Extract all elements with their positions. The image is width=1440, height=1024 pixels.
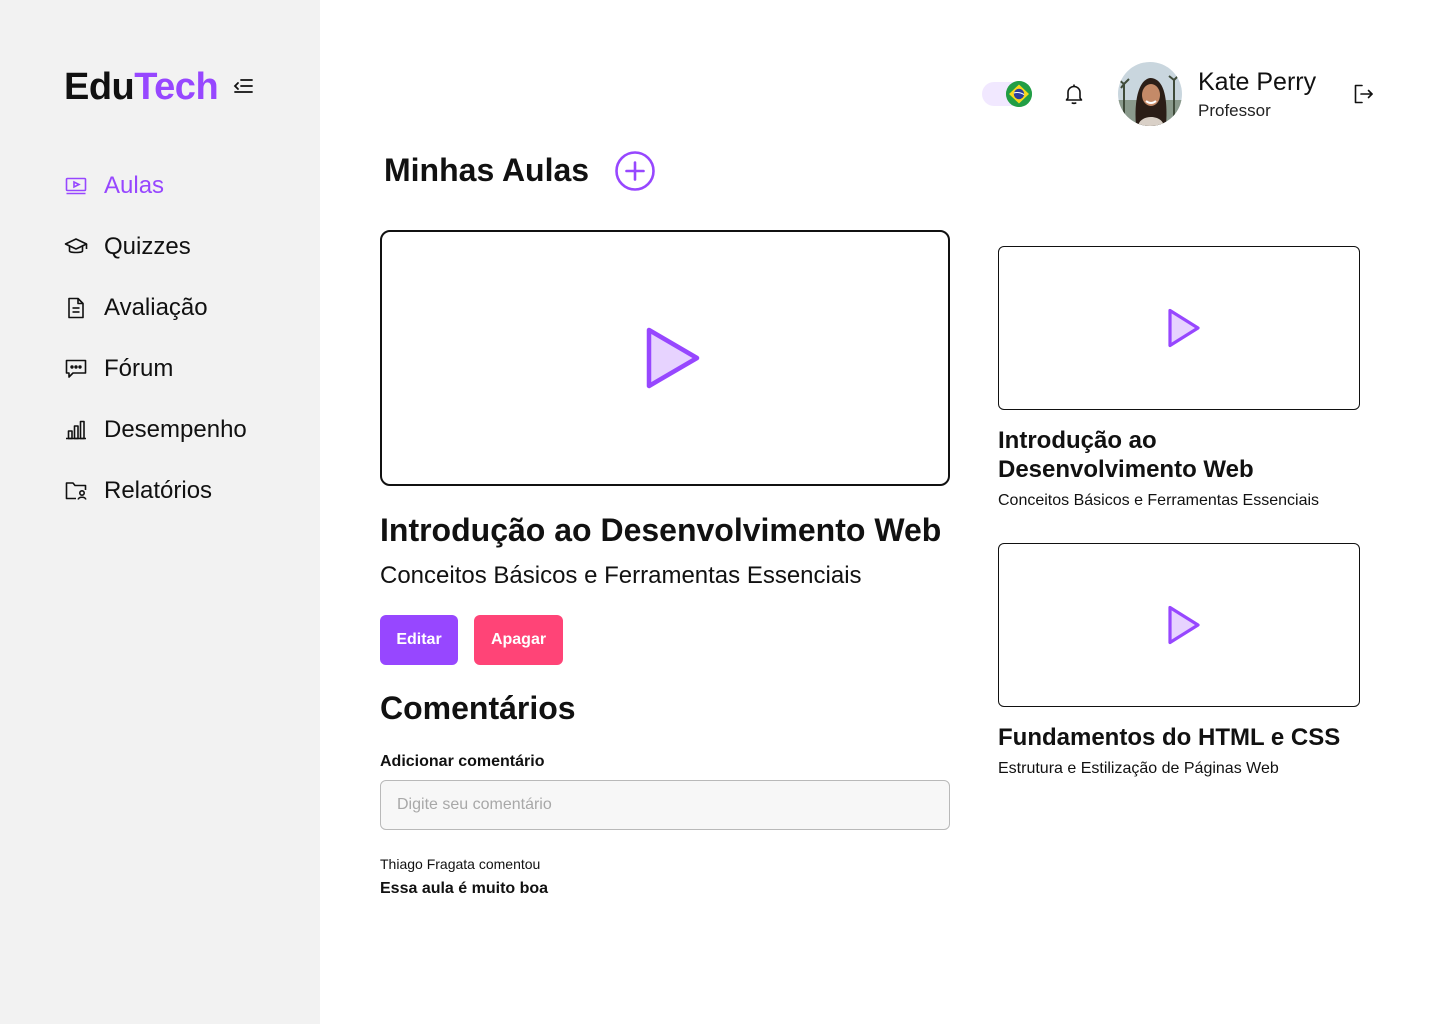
sidebar-item-aulas[interactable]: Aulas <box>64 166 247 206</box>
lesson-title-line: Introdução ao <box>998 427 1157 454</box>
sidebar-nav: Aulas Quizzes Avaliação Fórum Desempenho… <box>64 166 247 532</box>
user-name: Kate Perry <box>1198 68 1317 96</box>
sidebar-item-label: Quizzes <box>104 233 191 260</box>
comment-text: Essa aula é muito boa <box>380 880 549 897</box>
sidebar-item-avaliacao[interactable]: Avaliação <box>64 288 247 328</box>
bar-chart-icon <box>64 418 88 442</box>
lesson-subtitle: Estrutura e Estilização de Páginas Web <box>998 760 1279 777</box>
folder-user-icon <box>64 479 88 503</box>
sidebar-item-label: Relatórios <box>104 477 213 504</box>
lesson-title[interactable]: Fundamentos do HTML e CSS <box>998 723 1340 752</box>
sidebar-item-relatorios[interactable]: Relatórios <box>64 471 247 511</box>
sidebar-item-label: Desempenho <box>104 416 247 443</box>
collapse-menu-icon[interactable] <box>232 76 254 96</box>
bell-icon[interactable] <box>1062 82 1086 106</box>
sidebar-item-forum[interactable]: Fórum <box>64 349 247 389</box>
sidebar-item-label: Fórum <box>104 355 174 382</box>
sidebar-item-label: Aulas <box>104 172 165 199</box>
featured-video-player[interactable] <box>380 230 950 486</box>
featured-lesson-title: Introdução ao Desenvolvimento Web <box>380 512 942 548</box>
lesson-title-line: Fundamentos do HTML e CSS <box>998 724 1341 751</box>
play-icon[interactable] <box>1166 307 1202 349</box>
brazil-flag-icon <box>1006 81 1032 107</box>
comment-author: Thiago Fragata comentou <box>380 856 541 872</box>
delete-button[interactable]: Apagar <box>474 615 563 665</box>
sidebar: EduTech Aulas Quizzes Avaliação Fórum De… <box>0 0 320 1024</box>
sidebar-item-desempenho[interactable]: Desempenho <box>64 410 247 450</box>
edit-button[interactable]: Editar <box>380 615 458 665</box>
video-lesson-icon <box>64 174 88 198</box>
lesson-subtitle: Conceitos Básicos e Ferramentas Essencia… <box>998 492 1320 509</box>
add-comment-label: Adicionar comentário <box>380 753 545 770</box>
user-role: Professor <box>1198 101 1271 120</box>
app-logo[interactable]: EduTech <box>64 64 219 110</box>
language-toggle[interactable] <box>982 81 1032 107</box>
graduation-cap-icon <box>64 235 88 259</box>
featured-lesson-subtitle: Conceitos Básicos e Ferramentas Essencia… <box>380 562 862 589</box>
sidebar-item-quizzes[interactable]: Quizzes <box>64 227 247 267</box>
play-icon[interactable] <box>644 326 702 390</box>
lesson-video-card[interactable] <box>998 543 1360 707</box>
chat-icon <box>64 357 88 381</box>
logo-text-tech: Tech <box>134 66 219 108</box>
logout-icon[interactable] <box>1352 82 1376 106</box>
play-icon[interactable] <box>1166 604 1202 646</box>
lesson-title[interactable]: Introdução ao Desenvolvimento Web <box>998 426 1254 484</box>
sidebar-item-label: Avaliação <box>104 294 208 321</box>
comments-title: Comentários <box>380 690 576 726</box>
add-lesson-button[interactable] <box>614 150 656 192</box>
lesson-video-card[interactable] <box>998 246 1360 410</box>
page-title: Minhas Aulas <box>384 152 590 188</box>
comment-input[interactable] <box>380 780 950 830</box>
lesson-title-line: Desenvolvimento Web <box>998 456 1254 483</box>
document-icon <box>64 296 88 320</box>
avatar[interactable] <box>1118 62 1182 126</box>
logo-text-edu: Edu <box>64 66 135 108</box>
